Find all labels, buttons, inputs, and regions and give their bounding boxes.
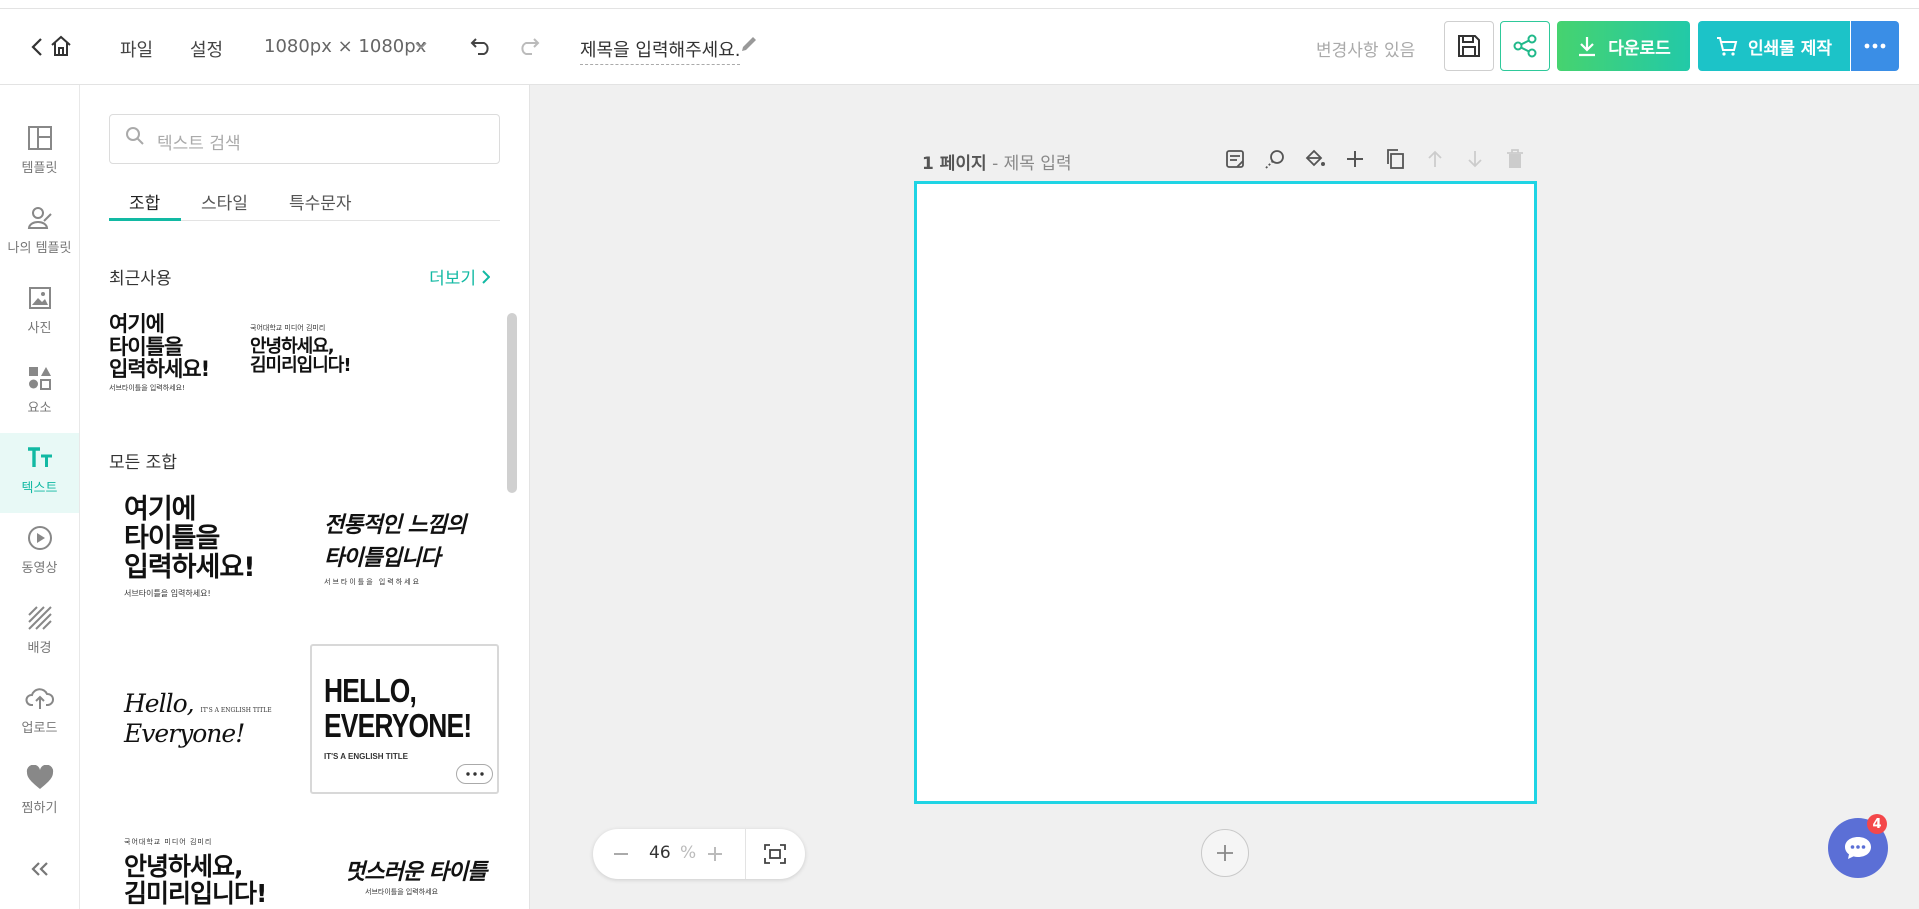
- share-button[interactable]: [1500, 21, 1550, 71]
- more-options-button[interactable]: [1851, 21, 1899, 71]
- recent-template-1[interactable]: 여기에 타이틀을 입력하세요! 서브타이틀을 입력하세요!: [109, 313, 224, 393]
- cart-icon: [1716, 37, 1738, 56]
- ellipsis-icon: [465, 772, 484, 776]
- home-icon[interactable]: [48, 33, 74, 59]
- chat-notification-badge: 4: [1867, 814, 1887, 834]
- page-memo-icon[interactable]: [1220, 144, 1250, 174]
- zoom-control: 46 %: [593, 829, 805, 879]
- text-icon: [27, 447, 52, 467]
- template-card-3[interactable]: Hello, IT'S A ENGLISH TITLE Everyone!: [124, 689, 284, 749]
- collapse-double-chevron-icon[interactable]: [26, 857, 54, 881]
- tab-special-chars[interactable]: 특수문자: [289, 189, 352, 214]
- back-chevron-icon[interactable]: [28, 35, 46, 59]
- pencil-icon[interactable]: [738, 33, 760, 55]
- rail-item-elements[interactable]: 요소: [0, 353, 79, 433]
- change-status: 변경사항 있음: [1316, 41, 1416, 61]
- page-number: 1 페이지: [922, 154, 987, 174]
- template-card-6[interactable]: 멋스러운 타이틀 서브타이틀을 입력하세요: [345, 860, 505, 896]
- active-tab-indicator: [109, 218, 181, 221]
- panel-tabs: 조합 스타일 특수문자: [109, 189, 500, 221]
- undo-icon[interactable]: [468, 33, 494, 59]
- file-menu[interactable]: 파일: [120, 36, 153, 62]
- title-input[interactable]: 제목을 입력해주세요.: [580, 36, 741, 65]
- download-label: 다운로드: [1608, 38, 1671, 59]
- top-toolbar: 파일 설정 1080px × 1080px 제목을 입력해주세요. 변경사항 있…: [0, 9, 1919, 85]
- chevron-right-icon: [482, 269, 490, 284]
- zoom-value[interactable]: 46: [649, 843, 671, 863]
- upload-icon: [24, 688, 54, 709]
- photo-icon: [28, 287, 51, 309]
- download-button[interactable]: 다운로드: [1557, 21, 1690, 71]
- print-label: 인쇄물 제작: [1747, 38, 1833, 59]
- share-icon: [1513, 34, 1537, 58]
- rail-item-photo[interactable]: 사진: [0, 273, 79, 353]
- redo-icon[interactable]: [516, 33, 542, 59]
- rail-item-background[interactable]: 배경: [0, 593, 79, 673]
- page-title[interactable]: - 제목 입력: [992, 154, 1072, 174]
- download-icon: [1579, 37, 1596, 57]
- search-placeholder: 텍스트 검색: [157, 134, 241, 154]
- magic-search-icon[interactable]: [1260, 144, 1290, 174]
- zoom-out-button[interactable]: [611, 844, 631, 864]
- recent-heading: 최근사용: [109, 269, 172, 289]
- heart-icon: [26, 765, 53, 789]
- template-card-4[interactable]: HELLO, EVERYONE! IT'S A ENGLISH TITLE: [310, 644, 499, 794]
- search-icon: [126, 127, 144, 145]
- video-icon: [27, 526, 52, 550]
- fit-screen-icon[interactable]: [763, 843, 787, 865]
- template-card-2[interactable]: 전통적인 느낌의 타이틀입니다 서브타이틀을 입력하세요: [324, 509, 499, 588]
- plus-icon: [1217, 845, 1233, 861]
- more-link[interactable]: 더보기: [429, 264, 490, 289]
- template-card-5[interactable]: 국어대학교 미디어 김미리 안녕하세요, 김미리입니다!: [124, 838, 284, 906]
- rail-item-template[interactable]: 템플릿: [0, 113, 79, 193]
- zoom-unit: %: [680, 843, 697, 863]
- my-template-icon: [27, 207, 52, 229]
- page-header: 1 페이지 - 제목 입력: [922, 149, 1072, 174]
- canvas-size-dropdown[interactable]: 1080px × 1080px: [264, 36, 426, 57]
- print-order-button[interactable]: 인쇄물 제작: [1698, 21, 1850, 71]
- template-card-1[interactable]: 여기에 타이틀을 입력하세요! 서브타이틀을 입력하세요!: [124, 495, 284, 599]
- rail-item-favorites[interactable]: 찜하기: [0, 753, 79, 833]
- design-page-canvas[interactable]: [914, 181, 1537, 804]
- rail-item-text[interactable]: 텍스트: [0, 433, 79, 513]
- save-icon: [1458, 35, 1480, 57]
- rail-item-my-template[interactable]: 나의 템플릿: [0, 193, 79, 273]
- settings-menu[interactable]: 설정: [190, 36, 223, 62]
- paint-bucket-icon[interactable]: [1300, 144, 1330, 174]
- all-combinations-heading: 모든 조합: [109, 453, 177, 473]
- left-navigation-rail: 템플릿 나의 템플릿 사진 요소 텍스트 동영상 배경 업로드 찜하기: [0, 85, 80, 909]
- move-page-down-icon[interactable]: [1460, 144, 1490, 174]
- zoom-divider: [745, 829, 746, 879]
- rail-item-video[interactable]: 동영상: [0, 513, 79, 593]
- tab-combination[interactable]: 조합: [129, 189, 160, 214]
- background-icon: [27, 606, 52, 630]
- chat-bubble-icon: [1845, 837, 1871, 859]
- tab-style[interactable]: 스타일: [201, 189, 248, 214]
- elements-icon: [28, 367, 51, 390]
- add-page-button[interactable]: [1201, 829, 1249, 877]
- zoom-in-button[interactable]: [705, 844, 725, 864]
- panel-scrollbar[interactable]: [507, 313, 517, 493]
- save-button[interactable]: [1444, 21, 1494, 71]
- chevron-down-icon[interactable]: [414, 39, 428, 53]
- recent-template-2[interactable]: 국어대학교 미디어 김미리 안녕하세요, 김미리입니다!: [250, 324, 365, 375]
- duplicate-page-icon[interactable]: [1380, 144, 1410, 174]
- rail-item-upload[interactable]: 업로드: [0, 673, 79, 753]
- card-more-options-button[interactable]: [456, 764, 493, 784]
- delete-page-icon[interactable]: [1500, 144, 1530, 174]
- add-page-icon[interactable]: [1340, 144, 1370, 174]
- move-page-up-icon[interactable]: [1420, 144, 1450, 174]
- text-search-input[interactable]: 텍스트 검색: [109, 114, 500, 164]
- template-icon: [27, 126, 52, 150]
- window-top-edge: [0, 0, 1919, 9]
- ellipsis-icon: [1864, 43, 1886, 49]
- text-panel: 텍스트 검색 조합 스타일 특수문자 최근사용 더보기 여기에 타이틀을 입력하…: [80, 85, 530, 909]
